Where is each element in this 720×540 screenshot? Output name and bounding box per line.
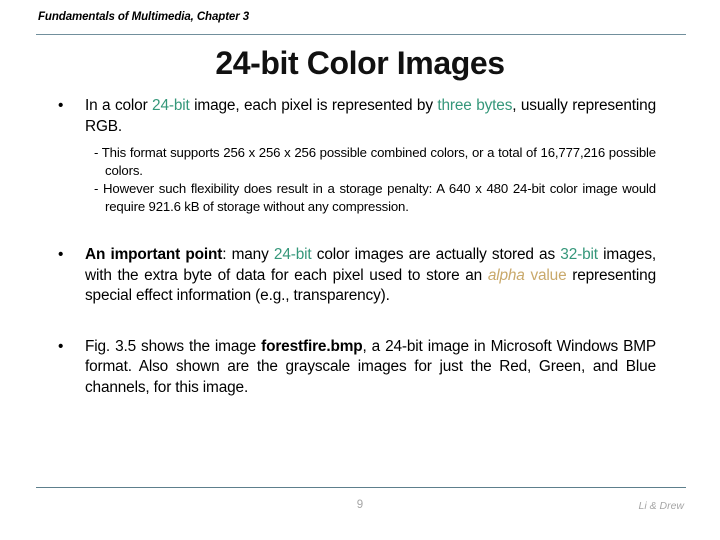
bullet-important-point: • An important point: many 24-bit color i… xyxy=(56,245,656,307)
sub-combined-colors: - This format supports 256 x 256 x 256 p… xyxy=(94,144,656,179)
slide-header-text: Fundamentals of Multimedia, Chapter 3 xyxy=(38,11,249,23)
footer-divider xyxy=(36,487,686,488)
text-segment: three bytes xyxy=(437,97,513,114)
slide: Fundamentals of Multimedia, Chapter 3 24… xyxy=(0,0,720,540)
text-segment: color images are actually stored as xyxy=(311,246,561,263)
text-segment: 32-bit xyxy=(560,246,598,263)
text-segment: forestfire.bmp xyxy=(261,337,363,355)
bullet-forestfire: • Fig. 3.5 shows the image forestfire.bmp… xyxy=(56,337,656,399)
slide-body: • In a color 24-bit image, each pixel is … xyxy=(56,96,656,398)
bullet-marker-icon: • xyxy=(58,337,64,355)
text-segment: - However such flexibility does result i… xyxy=(94,181,656,214)
text-segment: : many xyxy=(222,246,274,263)
bullet-marker-icon: • xyxy=(58,97,64,114)
header-divider xyxy=(36,34,686,35)
text-segment: Fig. 3.5 shows the image xyxy=(85,337,262,355)
bullet-color-24bit: • In a color 24-bit image, each pixel is … xyxy=(56,96,656,137)
slide-title: 24-bit Color Images xyxy=(215,45,505,81)
bullet-color-24bit-subbullets: - This format supports 256 x 256 x 256 p… xyxy=(56,144,656,215)
bullet-marker-icon: • xyxy=(58,246,64,263)
text-segment: In a color xyxy=(85,97,153,114)
text-segment: 24-bit xyxy=(273,246,312,263)
text-segment: 24-bit xyxy=(152,97,190,114)
text-segment: value xyxy=(524,266,567,284)
footer-page-number: 9 xyxy=(356,499,364,511)
text-segment: An important point xyxy=(85,246,223,263)
sub-storage-penalty: - However such flexibility does result i… xyxy=(94,180,656,215)
text-segment: image, each pixel is represented by xyxy=(189,97,438,114)
text-segment: - This format supports 256 x 256 x 256 p… xyxy=(94,145,656,178)
text-segment: alpha xyxy=(487,266,525,284)
footer-author: Li & Drew xyxy=(638,500,684,512)
